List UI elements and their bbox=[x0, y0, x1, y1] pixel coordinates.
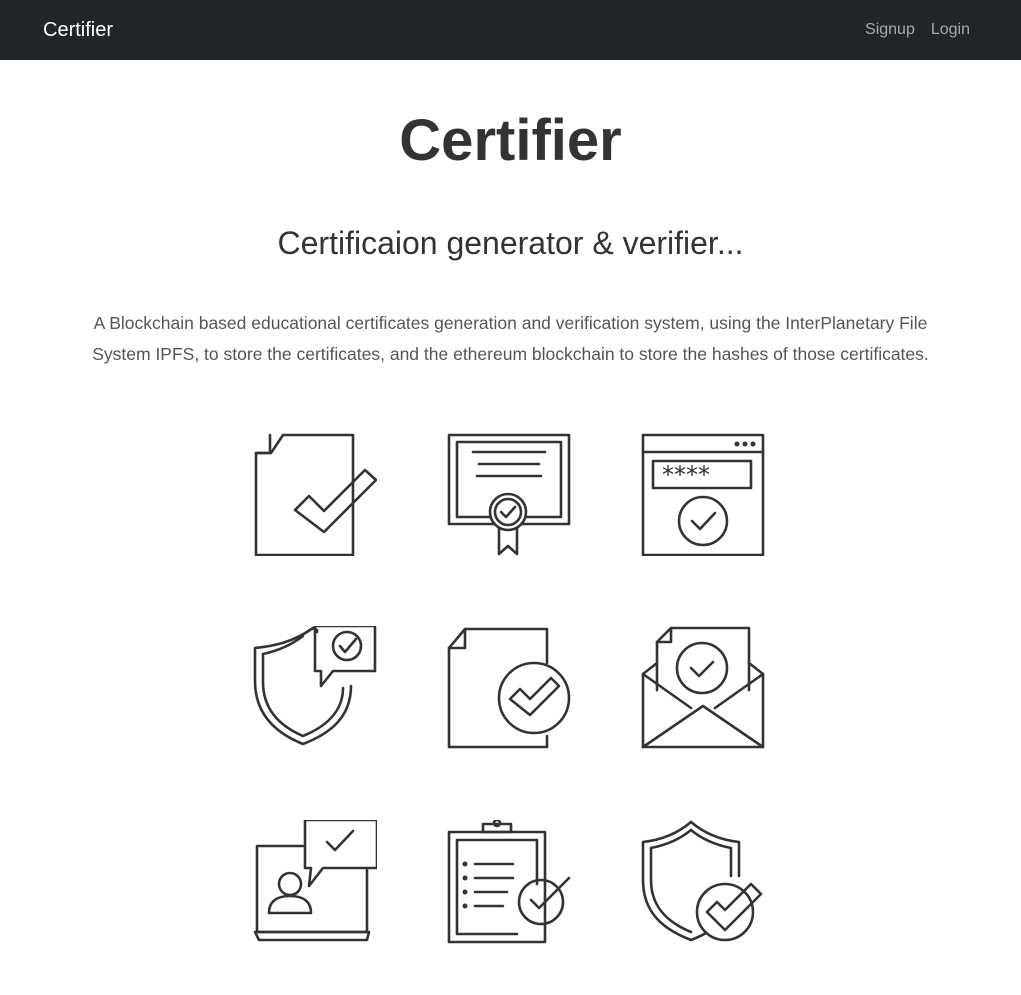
nav-links: Signup Login bbox=[865, 21, 970, 39]
shield-circle-check-icon bbox=[641, 820, 765, 944]
login-link[interactable]: Login bbox=[931, 21, 970, 39]
clipboard-checklist-icon bbox=[447, 820, 571, 944]
page-title: Certifier bbox=[399, 108, 622, 173]
document-circle-check-icon bbox=[447, 626, 571, 750]
user-laptop-message-check-icon bbox=[253, 820, 377, 944]
signup-link[interactable]: Signup bbox=[865, 21, 915, 39]
page-description: A Blockchain based educational certifica… bbox=[92, 313, 929, 364]
shield-message-check-icon bbox=[253, 626, 377, 750]
password-browser-check-icon: **** bbox=[641, 432, 765, 556]
envelope-letter-check-icon bbox=[641, 626, 765, 750]
svg-text:****: **** bbox=[662, 461, 710, 489]
brand-link[interactable]: Certifier bbox=[43, 19, 113, 42]
main-content: Certifier Certificaion generator & verif… bbox=[0, 60, 1021, 944]
document-check-icon bbox=[253, 432, 377, 556]
certificate-badge-icon bbox=[447, 432, 571, 556]
page-subtitle: Certificaion generator & verifier... bbox=[277, 225, 744, 261]
top-navbar: Certifier Signup Login bbox=[0, 0, 1021, 60]
icon-grid: **** bbox=[253, 432, 765, 944]
